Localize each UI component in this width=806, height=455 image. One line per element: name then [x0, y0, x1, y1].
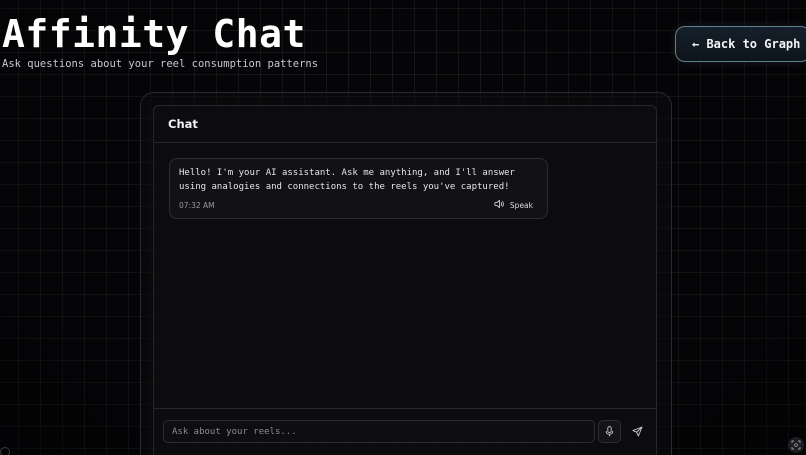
message-text: Hello! I'm your AI assistant. Ask me any…	[179, 168, 515, 192]
back-to-graph-button[interactable]: ← Back to Graph	[675, 26, 806, 62]
send-icon	[632, 422, 643, 441]
chat-title: Chat	[168, 117, 198, 131]
assistant-message: Hello! I'm your AI assistant. Ask me any…	[169, 158, 548, 219]
page: Affinity Chat Ask questions about your r…	[0, 0, 806, 455]
message-timestamp: 07:32 AM	[179, 201, 215, 210]
scan-icon[interactable]	[788, 437, 804, 453]
page-subtitle: Ask questions about your reel consumptio…	[2, 58, 319, 70]
chat-card: Chat Hello! I'm your AI assistant. Ask m…	[153, 105, 657, 455]
chat-input-bar	[154, 408, 656, 455]
speaker-icon	[494, 199, 505, 211]
speak-label: Speak	[509, 200, 533, 210]
chat-input[interactable]	[163, 420, 595, 443]
page-title: Affinity Chat	[2, 12, 306, 56]
send-button[interactable]	[626, 420, 649, 443]
chat-header: Chat	[154, 106, 656, 143]
microphone-icon	[605, 422, 614, 441]
microphone-button[interactable]	[598, 420, 621, 443]
corner-indicator-icon	[0, 447, 10, 455]
speak-button[interactable]: Speak	[494, 199, 533, 211]
